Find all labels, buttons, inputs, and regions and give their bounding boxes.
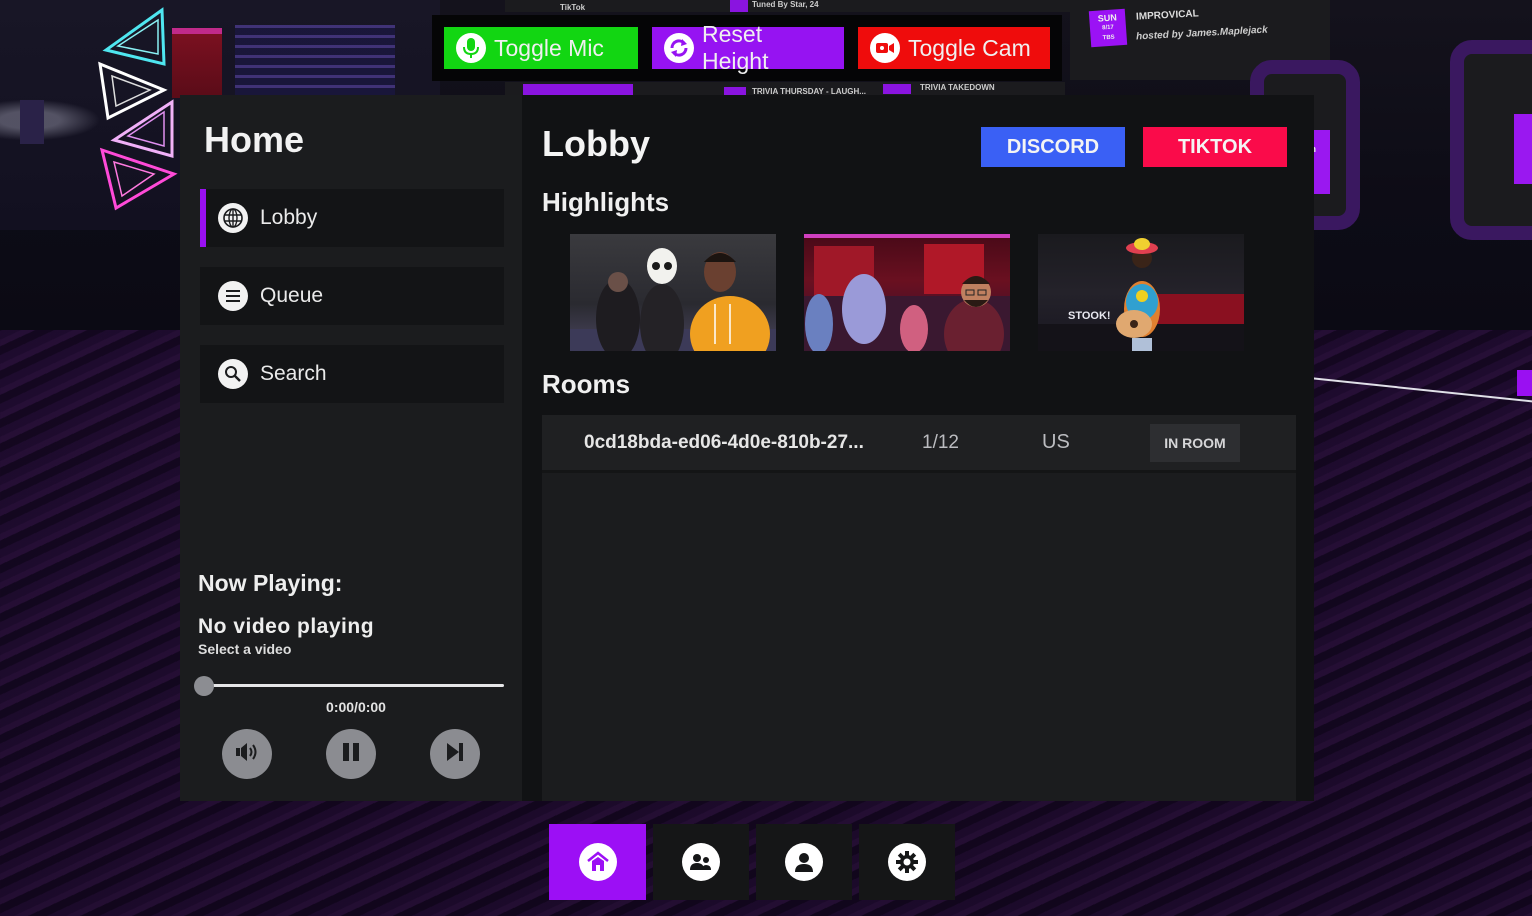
sidebar-item-label: Lobby <box>260 206 318 229</box>
gear-icon <box>888 843 926 881</box>
background-poster <box>1450 40 1532 240</box>
toggle-mic-button[interactable]: Toggle Mic <box>444 27 638 69</box>
nav-profile-button[interactable] <box>756 824 852 900</box>
event-time: TBS <box>1102 34 1115 42</box>
reset-height-button[interactable]: Reset Height <box>652 21 844 74</box>
event-date-badge: SUN 8/17 TBS <box>1088 8 1128 48</box>
background-floor-edge <box>1299 376 1532 404</box>
bottom-nav <box>549 824 955 900</box>
now-playing-subtitle: Select a video <box>198 641 292 657</box>
volume-icon <box>232 740 262 769</box>
toggle-cam-label: Toggle Cam <box>908 34 1031 61</box>
now-playing-section: Now Playing: No video playing Select a v… <box>194 570 504 779</box>
background-poster-tag <box>1514 114 1532 184</box>
highlights-gallery: STOOK! <box>570 234 1244 351</box>
sidebar: Home Lobby Queue Search Now Playing: No … <box>180 95 522 801</box>
page-title: Lobby <box>542 123 650 164</box>
highlight-thumbnail[interactable] <box>570 234 776 351</box>
sidebar-item-label: Search <box>260 362 327 385</box>
event-host: hosted by James.Maplejack <box>1135 24 1268 43</box>
tiktok-button[interactable]: TIKTOK <box>1143 127 1287 167</box>
highlight-image: STOOK! <box>1038 238 1244 351</box>
playback-progress-slider[interactable] <box>194 675 504 696</box>
volume-button[interactable] <box>222 729 272 779</box>
rooms-title: Rooms <box>542 369 631 399</box>
sidebar-title: Home <box>204 119 305 160</box>
refresh-icon <box>664 33 694 63</box>
event-title: IMPROVICAL <box>1135 8 1200 23</box>
reset-height-label: Reset Height <box>702 21 769 74</box>
skip-next-icon <box>443 740 467 769</box>
highlight-thumbnail[interactable] <box>804 234 1010 351</box>
playback-time: 0:00/0:00 <box>326 699 386 715</box>
highlight-image <box>804 234 1010 351</box>
sidebar-item-queue[interactable]: Queue <box>200 267 504 325</box>
background-label: TikTok <box>560 3 586 12</box>
room-region: US <box>1042 431 1070 453</box>
progress-track <box>204 684 504 687</box>
background-stairs <box>235 25 395 95</box>
neon-triangles-sign <box>98 7 178 211</box>
now-playing-video-title: No video playing <box>198 615 375 638</box>
sidebar-item-lobby[interactable]: Lobby <box>200 189 504 247</box>
nav-friends-button[interactable] <box>653 824 749 900</box>
background-pill <box>883 84 911 94</box>
room-occupancy: 1/12 <box>922 431 959 453</box>
list-icon <box>218 281 248 311</box>
create-room-button[interactable]: CREATE <box>1517 370 1532 396</box>
room-status-badge[interactable]: IN ROOM <box>1150 423 1240 462</box>
highlights-title: Highlights <box>542 187 670 217</box>
main-content: Lobby DISCORD TIKTOK Highlights STOOK! R… <box>522 95 1532 801</box>
pause-button[interactable] <box>326 729 376 779</box>
toggle-cam-button[interactable]: Toggle Cam <box>858 27 1050 69</box>
background-pill <box>730 0 748 12</box>
progress-thumb[interactable] <box>194 676 214 696</box>
friends-icon <box>682 843 720 881</box>
discord-button[interactable]: DISCORD <box>981 127 1125 167</box>
rooms-list: 0cd18bda-ed06-4d0e-810b-27... 1/12 US IN… <box>542 415 1296 801</box>
room-row[interactable]: 0cd18bda-ed06-4d0e-810b-27... 1/12 US IN… <box>542 415 1296 473</box>
home-panel: Home Lobby Queue Search Now Playing: No … <box>180 95 1532 801</box>
room-id: 0cd18bda-ed06-4d0e-810b-27... <box>584 431 864 453</box>
toggle-mic-label: Toggle Mic <box>494 34 604 61</box>
highlight-thumbnail[interactable]: STOOK! <box>1038 234 1244 351</box>
highlight-image <box>570 248 776 351</box>
top-toolbar: Toggle Mic Reset Height Toggle Cam <box>432 15 1062 81</box>
svg-text:STOOK!: STOOK! <box>1068 310 1111 322</box>
home-icon <box>578 843 617 881</box>
nav-settings-button[interactable] <box>859 824 955 900</box>
now-playing-title: Now Playing: <box>198 570 343 596</box>
skip-next-button[interactable] <box>430 729 480 779</box>
search-icon <box>218 359 248 389</box>
wall-lamp <box>20 100 44 144</box>
sidebar-item-label: Queue <box>260 284 324 307</box>
microphone-icon <box>456 33 486 63</box>
playback-controls <box>198 729 504 779</box>
camera-icon <box>870 33 900 63</box>
sidebar-item-search[interactable]: Search <box>200 345 504 403</box>
background-label: TRIVIA TAKEDOWN <box>920 83 995 92</box>
pause-icon <box>340 740 362 769</box>
nav-home-button[interactable] <box>549 824 646 900</box>
background-label: Tuned By Star, 24 <box>752 0 819 9</box>
globe-icon <box>218 203 248 233</box>
profile-icon <box>785 843 823 881</box>
